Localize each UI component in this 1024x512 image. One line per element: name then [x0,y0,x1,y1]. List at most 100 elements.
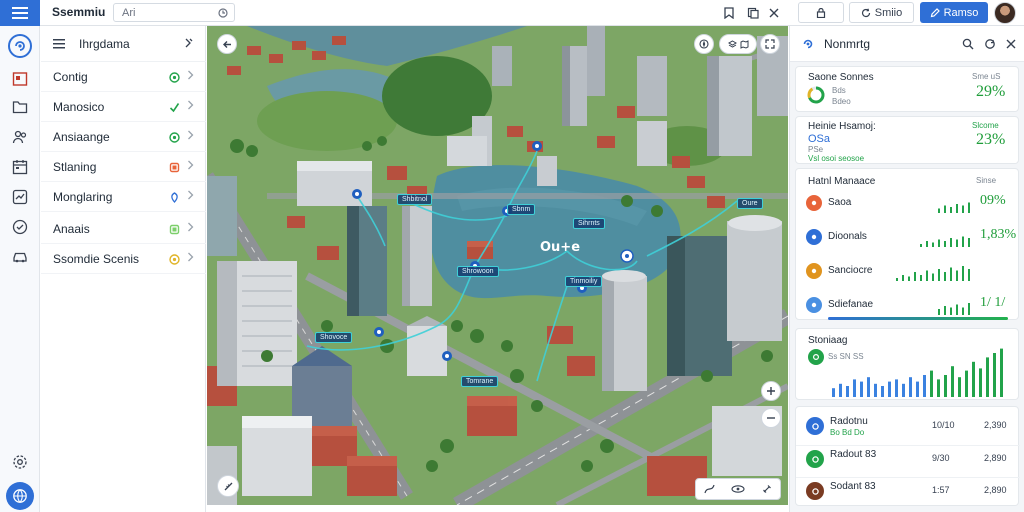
chart-bar [958,377,961,397]
copy-icon[interactable] [744,4,762,22]
map-label-chip[interactable]: Shovoce [315,332,353,343]
menu-item-label: Stlaning [53,159,97,174]
menu-item-4[interactable]: Monglaring [41,182,206,212]
table-row-icon [806,450,824,468]
sparkline-bar [908,276,910,281]
map-fullscreen-button[interactable] [760,34,780,54]
map-bottom-toolbar[interactable] [695,478,781,500]
app-logo-icon[interactable] [8,34,32,58]
list-item-icon [806,195,822,211]
menu-toggle-button[interactable] [0,0,40,26]
kpi-2-value: 23% [976,131,1006,148]
status-square-icon [168,161,180,173]
collapse-icon[interactable] [184,37,194,51]
map-label-chip[interactable]: Shbitnol [397,194,433,205]
kpi-1-value: 29% [976,83,1006,100]
side-menu: Ihrgdama Contig Manosico Ansiaange Stlaning… [41,26,206,512]
map-label-chip[interactable]: Tinmoiliy [565,276,603,287]
table-row[interactable]: Radotnu Bo Bd Do 10/10 2,390 [796,413,1020,439]
table-row-col2: 2,890 [984,453,1007,463]
sparkline-bar [956,304,958,315]
folder-icon[interactable] [9,96,31,118]
tools-icon[interactable] [762,484,772,494]
search-input[interactable] [122,6,212,19]
primary-action-button[interactable]: Ramso [920,2,988,23]
settings-icon[interactable] [9,451,31,473]
zoom-in-icon [767,387,775,395]
map-label-chip[interactable]: Tomrane [461,376,499,387]
hamburger-icon [12,7,28,19]
menu-item-label: Ssomdie Scenis [53,251,140,266]
user-avatar[interactable] [994,2,1016,24]
list-item[interactable]: Sdiefanae 1/ 1/ [796,293,1020,321]
menu-item-1[interactable]: Manosico [41,92,206,122]
map-label-chip[interactable]: Shrowoon [457,266,499,277]
car-icon[interactable] [9,246,31,268]
sparkline [938,202,970,213]
view-icon[interactable] [731,485,746,493]
menu-item-label: Ansiaange [53,129,110,144]
close-icon[interactable] [765,4,783,22]
table-row[interactable]: Sodant 83 1:57 2,890 [796,477,1020,503]
sparkline-bar [938,269,940,281]
menu-item-0[interactable]: Contig [41,62,206,92]
sparkline-bar [950,207,952,213]
menu-item-2[interactable]: Ansiaange [41,122,206,152]
chart-status-icon [808,349,824,365]
people-icon[interactable] [9,126,31,148]
table-row[interactable]: Radout 83 9/30 2,890 [796,445,1020,471]
sparkline-bar [950,267,952,281]
menu-item-label: Anaais [53,221,90,236]
globe-icon [13,489,27,504]
list-icon[interactable] [53,38,65,49]
table-row-col1: 9/30 [932,453,950,463]
map-label-chip[interactable]: Sihrnts [573,218,605,229]
sparkline-bar [968,303,970,315]
route-icon[interactable] [704,484,715,494]
sparkline-bar [956,239,958,247]
chevron-right-icon [187,160,194,173]
chart-bar [965,370,968,397]
map-zoom-out-button[interactable] [761,408,781,428]
bookmark-icon[interactable] [720,4,738,22]
map-zoom-in-button[interactable] [761,381,781,401]
kpi-1-sub2: Bdeo [832,97,851,106]
map-measure-button[interactable] [217,475,239,497]
chart-bar [846,386,849,397]
list-item[interactable]: Dioonals 1,83% [796,225,1020,253]
panel-search-icon[interactable] [960,36,976,52]
map-locate-button[interactable] [694,34,714,54]
globe-button[interactable] [6,482,34,510]
menu-item-3[interactable]: Stlaning [41,152,206,182]
save-button[interactable] [798,2,844,23]
secondary-button[interactable]: Smiio [849,2,914,23]
menu-item-5[interactable]: Anaais [41,214,206,244]
chart-icon[interactable] [9,186,31,208]
panel-close-icon[interactable] [1003,36,1019,52]
kpi-2-right-small: Slcome [972,121,999,130]
menu-item-6[interactable]: Ssomdie Scenis [41,244,206,274]
map-label-chip[interactable]: Oure [737,198,763,209]
chart-bar [944,375,947,397]
status-square-icon [168,223,180,235]
search-box[interactable] [113,3,235,22]
lock-icon [816,7,826,18]
map-back-button[interactable] [217,34,237,54]
city-map-view[interactable]: Shbitnol Sbnm Sihrnts Shrowoon Tinmoiliy Shov… [207,26,788,505]
calendar-icon[interactable] [9,156,31,178]
kpi-card-1[interactable]: Saone Sonnes Sme uS Bds Bdeo 29% [795,66,1019,112]
map-layer-toggle[interactable] [719,34,757,54]
kpi-card-2[interactable]: Heinie Hsamoj: Slcome OSa PSe Vsl osoi s… [795,116,1019,164]
sparkline-bar [944,205,946,213]
table-row-icon [806,482,824,500]
menu-item-label: Contig [53,69,88,84]
panel-refresh-icon[interactable] [982,36,998,52]
list-item-icon [806,297,822,313]
map-label-chip[interactable]: Sbnm [507,204,536,215]
shield-icon[interactable] [9,216,31,238]
dashboard-icon[interactable] [9,68,31,90]
chart-bar [895,379,898,397]
list-item[interactable]: Sanciocre [796,259,1020,287]
list-item-label: Sanciocre [828,265,873,276]
list-item[interactable]: Saoa 09% [796,191,1020,219]
